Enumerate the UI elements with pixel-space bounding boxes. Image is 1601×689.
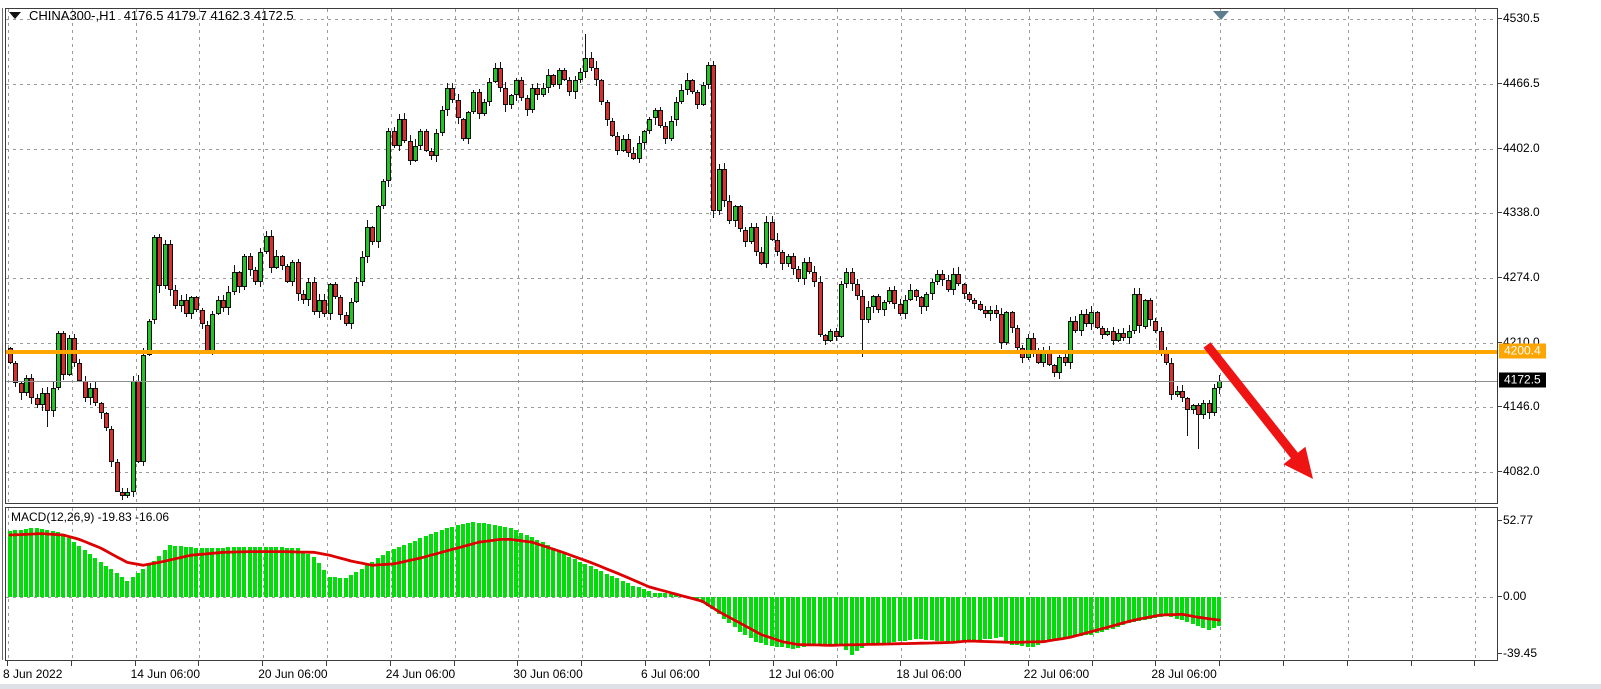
bid-price-tag: 4172.5	[1499, 372, 1546, 387]
time-axis-tick	[198, 661, 199, 666]
time-axis-tick	[390, 661, 391, 666]
time-axis-tick	[1219, 661, 1220, 666]
price-axis-tick	[1497, 212, 1502, 213]
time-axis-tick	[326, 661, 327, 666]
chart-title-bar: CHINA300-,H1 4176.5 4179.7 4162.3 4172.5	[9, 8, 294, 23]
time-axis-label: 30 Jun 06:00	[513, 667, 582, 681]
time-axis-tick	[1028, 661, 1029, 666]
price-axis-label: 4466.5	[1503, 76, 1540, 90]
time-axis-label: 18 Jul 06:00	[896, 667, 961, 681]
time-axis-label: 20 Jun 06:00	[258, 667, 327, 681]
trend-arrow-annotation[interactable]	[6, 9, 1497, 503]
price-axis-label: 4274.0	[1503, 270, 1540, 284]
price-axis-tick	[1497, 277, 1502, 278]
time-axis-tick	[836, 661, 837, 666]
price-axis-label: 4530.5	[1503, 11, 1540, 25]
window-bottom-edge	[0, 684, 1601, 689]
price-axis-tick	[1497, 148, 1502, 149]
price-axis-tick	[1497, 18, 1502, 19]
ohlc-quote-label: 4176.5 4179.7 4162.3 4172.5	[124, 8, 294, 23]
macd-axis-tick	[1497, 653, 1502, 654]
time-axis-label: 22 Jul 06:00	[1024, 667, 1089, 681]
horizontal-line-price-tag: 4200.4	[1499, 344, 1546, 359]
time-axis-tick	[709, 661, 710, 666]
price-axis-tick	[1497, 83, 1502, 84]
time-axis-label: 14 Jun 06:00	[131, 667, 200, 681]
time-axis-tick	[1411, 661, 1412, 666]
time-axis-tick	[71, 661, 72, 666]
macd-axis-tick	[1497, 520, 1502, 521]
time-axis-label: 28 Jul 06:00	[1151, 667, 1216, 681]
time-axis-label: 6 Jul 06:00	[641, 667, 700, 681]
macd-axis-label: 0.00	[1503, 589, 1526, 603]
chart-menu-caret-icon[interactable]	[9, 12, 21, 19]
symbol-timeframe-label: CHINA300-,H1	[29, 8, 116, 23]
time-axis-tick	[645, 661, 646, 666]
time-axis-label: 8 Jun 2022	[3, 667, 62, 681]
time-axis-tick	[262, 661, 263, 666]
macd-indicator-panel[interactable]	[5, 507, 1498, 661]
price-axis-label: 4146.0	[1503, 399, 1540, 413]
time-axis-tick	[1092, 661, 1093, 666]
time-axis-tick	[964, 661, 965, 666]
time-axis-label: 12 Jul 06:00	[769, 667, 834, 681]
price-axis-label: 4402.0	[1503, 141, 1540, 155]
time-axis-tick	[773, 661, 774, 666]
time-axis-tick	[1155, 661, 1156, 666]
window-left-edge	[2, 8, 3, 660]
macd-axis-tick	[1497, 596, 1502, 597]
time-axis-tick	[454, 661, 455, 666]
mt4-chart-window: { "title": { "symbol_timeframe": "CHINA3…	[0, 0, 1601, 689]
price-axis-label: 4082.0	[1503, 464, 1540, 478]
macd-axis-label: -39.45	[1503, 646, 1537, 660]
time-axis-tick	[135, 661, 136, 666]
price-axis-tick	[1497, 406, 1502, 407]
time-axis-tick	[1474, 661, 1475, 666]
time-axis-tick	[900, 661, 901, 666]
time-axis-tick	[7, 661, 8, 666]
time-axis-tick	[517, 661, 518, 666]
price-axis-tick	[1497, 471, 1502, 472]
macd-signal-line	[6, 508, 1497, 660]
time-axis-tick	[581, 661, 582, 666]
macd-axis-label: 52.77	[1503, 513, 1533, 527]
price-axis-tick	[1497, 342, 1502, 343]
time-axis-tick	[1347, 661, 1348, 666]
price-axis-label: 4338.0	[1503, 205, 1540, 219]
time-axis-tick	[1283, 661, 1284, 666]
macd-indicator-label: MACD(12,26,9) -19.83 -16.06	[11, 510, 169, 524]
price-chart-panel[interactable]	[5, 8, 1498, 504]
time-axis-label: 24 Jun 06:00	[386, 667, 455, 681]
